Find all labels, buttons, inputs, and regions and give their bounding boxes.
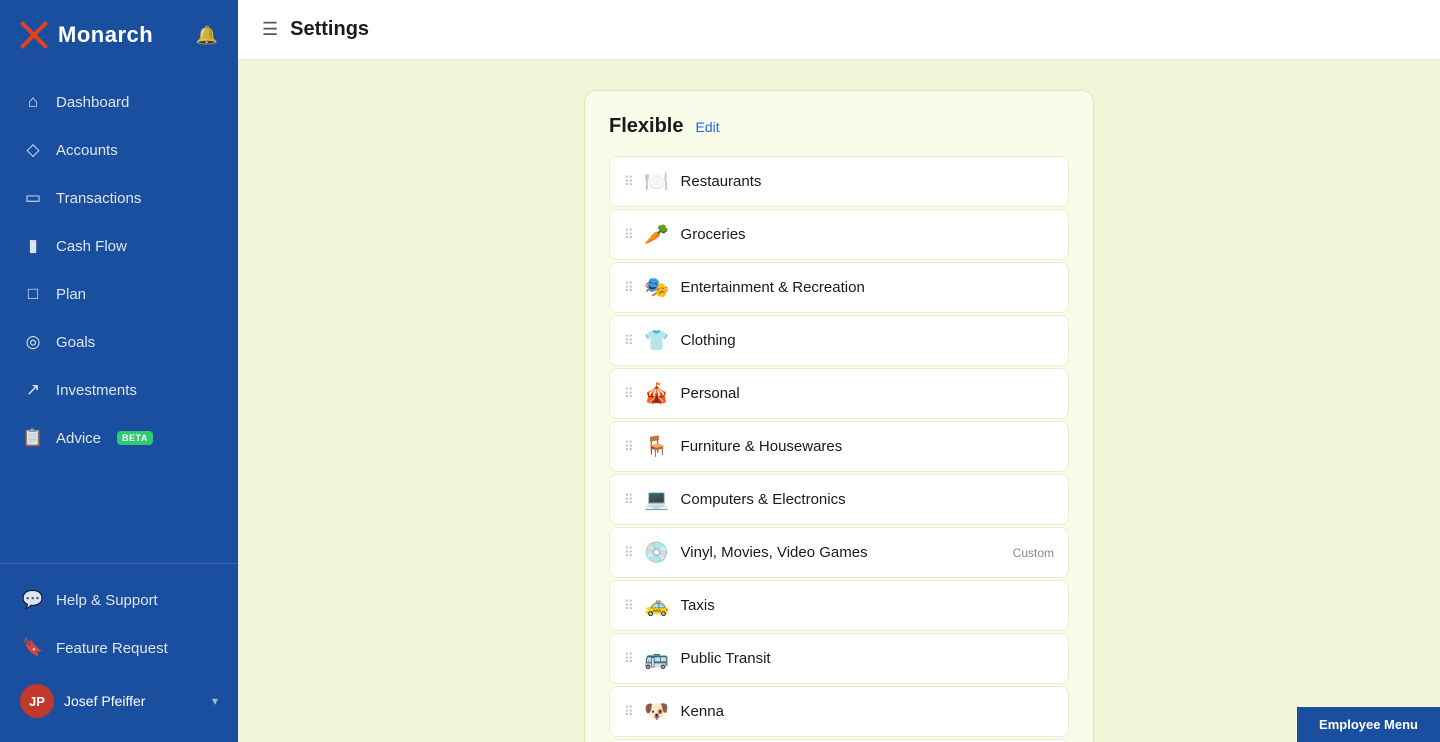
- category-row-vinyl-movies[interactable]: ⠿ 💿 Vinyl, Movies, Video Games Custom: [609, 527, 1069, 578]
- sidebar-item-dashboard[interactable]: ⌂ Dashboard: [0, 78, 238, 126]
- content-area: Flexible Edit ⠿ 🍽️ Restaurants ⠿ 🥕 Groce…: [238, 60, 1440, 742]
- category-name: Restaurants: [681, 173, 1054, 190]
- drag-handle-icon[interactable]: ⠿: [624, 546, 633, 559]
- beta-badge: BETA: [117, 431, 153, 445]
- category-emoji: 🪑: [643, 434, 671, 459]
- sidebar: Monarch 🔔 ⌂ Dashboard ◇ Accounts ▭ Transactio…: [0, 0, 238, 742]
- investments-icon: ↗: [22, 380, 44, 400]
- drag-handle-icon[interactable]: ⠿: [624, 705, 633, 718]
- monarch-logo-icon: [20, 21, 48, 49]
- cashflow-icon: ▮: [22, 236, 44, 256]
- sidebar-item-advice[interactable]: 📋 Advice BETA: [0, 414, 238, 462]
- category-row-clothing[interactable]: ⠿ 👕 Clothing: [609, 315, 1069, 366]
- category-name: Furniture & Housewares: [681, 438, 1054, 455]
- sidebar-item-label: Dashboard: [56, 94, 129, 111]
- sidebar-item-feature[interactable]: 🔖 Feature Request: [0, 624, 238, 672]
- sidebar-bottom: 💬 Help & Support 🔖 Feature Request JP Jo…: [0, 563, 238, 742]
- category-emoji: 🍽️: [643, 169, 671, 194]
- sidebar-item-transactions[interactable]: ▭ Transactions: [0, 174, 238, 222]
- advice-icon: 📋: [22, 428, 44, 448]
- category-row-computers[interactable]: ⠿ 💻 Computers & Electronics: [609, 474, 1069, 525]
- sidebar-item-accounts[interactable]: ◇ Accounts: [0, 126, 238, 174]
- app-name: Monarch: [58, 22, 153, 48]
- logo-area: Monarch 🔔: [0, 0, 238, 70]
- flexible-panel: Flexible Edit ⠿ 🍽️ Restaurants ⠿ 🥕 Groce…: [584, 90, 1094, 742]
- category-emoji: 🐶: [643, 699, 671, 724]
- drag-handle-icon[interactable]: ⠿: [624, 599, 633, 612]
- drag-handle-icon[interactable]: ⠿: [624, 228, 633, 241]
- category-row-groceries[interactable]: ⠿ 🥕 Groceries: [609, 209, 1069, 260]
- category-name: Entertainment & Recreation: [681, 279, 1054, 296]
- category-row-restaurants[interactable]: ⠿ 🍽️ Restaurants: [609, 156, 1069, 207]
- avatar: JP: [20, 684, 54, 718]
- accounts-icon: ◇: [22, 140, 44, 160]
- page-title: Settings: [290, 18, 369, 41]
- category-emoji: 💻: [643, 487, 671, 512]
- category-emoji: 🚌: [643, 646, 671, 671]
- category-name: Clothing: [681, 332, 1054, 349]
- sidebar-item-label: Advice: [56, 430, 101, 447]
- category-row-entertainment[interactable]: ⠿ 🎭 Entertainment & Recreation: [609, 262, 1069, 313]
- sidebar-item-cashflow[interactable]: ▮ Cash Flow: [0, 222, 238, 270]
- help-icon: 💬: [22, 590, 44, 610]
- category-list: ⠿ 🍽️ Restaurants ⠿ 🥕 Groceries ⠿ 🎭 Enter…: [609, 156, 1069, 742]
- sidebar-item-goals[interactable]: ◎ Goals: [0, 318, 238, 366]
- category-row-kenna[interactable]: ⠿ 🐶 Kenna: [609, 686, 1069, 737]
- user-name: Josef Pfeiffer: [64, 693, 202, 709]
- panel-header: Flexible Edit: [609, 115, 1069, 138]
- panel-title: Flexible: [609, 115, 683, 138]
- sidebar-item-label: Goals: [56, 334, 95, 351]
- category-name: Computers & Electronics: [681, 491, 1054, 508]
- sidebar-item-label: Cash Flow: [56, 238, 127, 255]
- category-emoji: 💿: [643, 540, 671, 565]
- plan-icon: □: [22, 284, 44, 304]
- dashboard-icon: ⌂: [22, 92, 44, 112]
- nav-list: ⌂ Dashboard ◇ Accounts ▭ Transactions ▮ Cash Fl…: [0, 70, 238, 563]
- sidebar-item-label: Investments: [56, 382, 137, 399]
- main-area: ☰ Settings Flexible Edit ⠿ 🍽️ Restaurant…: [238, 0, 1440, 742]
- edit-link[interactable]: Edit: [695, 119, 719, 135]
- category-name: Kenna: [681, 703, 1054, 720]
- sidebar-item-label: Feature Request: [56, 640, 168, 657]
- sidebar-item-label: Plan: [56, 286, 86, 303]
- category-emoji: 🎪: [643, 381, 671, 406]
- category-row-personal[interactable]: ⠿ 🎪 Personal: [609, 368, 1069, 419]
- category-emoji: 🥕: [643, 222, 671, 247]
- topbar: ☰ Settings: [238, 0, 1440, 60]
- drag-handle-icon[interactable]: ⠿: [624, 652, 633, 665]
- drag-handle-icon[interactable]: ⠿: [624, 281, 633, 294]
- category-name: Personal: [681, 385, 1054, 402]
- category-name: Taxis: [681, 597, 1054, 614]
- drag-handle-icon[interactable]: ⠿: [624, 440, 633, 453]
- user-profile[interactable]: JP Josef Pfeiffer ▾: [0, 672, 238, 730]
- sidebar-item-help[interactable]: 💬 Help & Support: [0, 576, 238, 624]
- sidebar-item-label: Help & Support: [56, 592, 158, 609]
- drag-handle-icon[interactable]: ⠿: [624, 175, 633, 188]
- drag-handle-icon[interactable]: ⠿: [624, 387, 633, 400]
- sidebar-item-plan[interactable]: □ Plan: [0, 270, 238, 318]
- sidebar-item-label: Accounts: [56, 142, 118, 159]
- goals-icon: ◎: [22, 332, 44, 352]
- category-row-taxis[interactable]: ⠿ 🚕 Taxis: [609, 580, 1069, 631]
- sidebar-item-investments[interactable]: ↗ Investments: [0, 366, 238, 414]
- drag-handle-icon[interactable]: ⠿: [624, 334, 633, 347]
- notification-bell-icon[interactable]: 🔔: [196, 25, 218, 46]
- drag-handle-icon[interactable]: ⠿: [624, 493, 633, 506]
- custom-badge: Custom: [1013, 546, 1054, 560]
- hamburger-menu-icon[interactable]: ☰: [262, 19, 278, 40]
- category-name: Vinyl, Movies, Video Games: [681, 544, 1003, 561]
- category-emoji: 🚕: [643, 593, 671, 618]
- chevron-down-icon: ▾: [212, 694, 218, 708]
- sidebar-item-label: Transactions: [56, 190, 141, 207]
- feature-icon: 🔖: [22, 638, 44, 658]
- category-row-furniture[interactable]: ⠿ 🪑 Furniture & Housewares: [609, 421, 1069, 472]
- employee-menu-button[interactable]: Employee Menu: [1297, 707, 1440, 742]
- category-emoji: 👕: [643, 328, 671, 353]
- category-row-public-transit[interactable]: ⠿ 🚌 Public Transit: [609, 633, 1069, 684]
- category-name: Groceries: [681, 226, 1054, 243]
- category-name: Public Transit: [681, 650, 1054, 667]
- transactions-icon: ▭: [22, 188, 44, 208]
- category-emoji: 🎭: [643, 275, 671, 300]
